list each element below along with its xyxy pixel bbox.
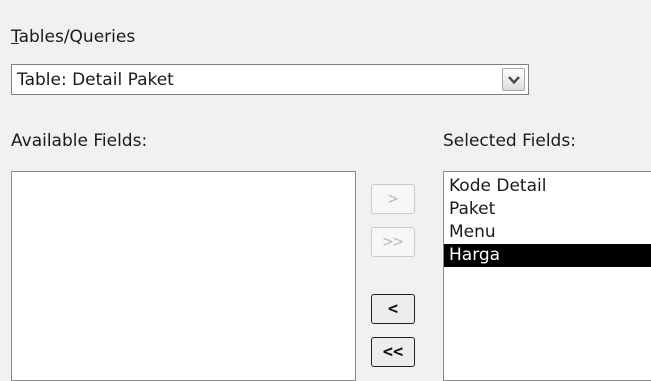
add-field-button[interactable]: > xyxy=(371,184,415,214)
selected-field-item-highlighted[interactable]: Harga xyxy=(444,244,651,267)
dropdown-button[interactable] xyxy=(502,68,525,91)
tables-queries-dropdown[interactable]: Table: Detail Paket xyxy=(11,64,529,95)
remove-all-fields-button[interactable]: << xyxy=(371,337,415,367)
selected-field-item[interactable]: Menu xyxy=(444,221,651,244)
tables-queries-label-text: ables/Queries xyxy=(18,27,136,47)
tables-queries-label: Tables/Queries xyxy=(11,27,135,47)
tables-queries-value: Table: Detail Paket xyxy=(17,70,174,90)
available-fields-label: Available Fields: xyxy=(11,131,148,151)
chevron-down-icon xyxy=(508,76,520,85)
tables-queries-mnemonic: T xyxy=(11,27,19,47)
remove-field-button[interactable]: < xyxy=(371,294,415,324)
add-all-fields-button[interactable]: >> xyxy=(371,227,415,257)
available-fields-list[interactable] xyxy=(11,171,356,381)
selected-fields-list[interactable]: Kode Detail Paket Menu Harga xyxy=(443,171,651,381)
selected-field-item[interactable]: Paket xyxy=(444,198,651,221)
selected-field-item[interactable]: Kode Detail xyxy=(444,175,651,198)
selected-fields-label: Selected Fields: xyxy=(443,131,576,151)
